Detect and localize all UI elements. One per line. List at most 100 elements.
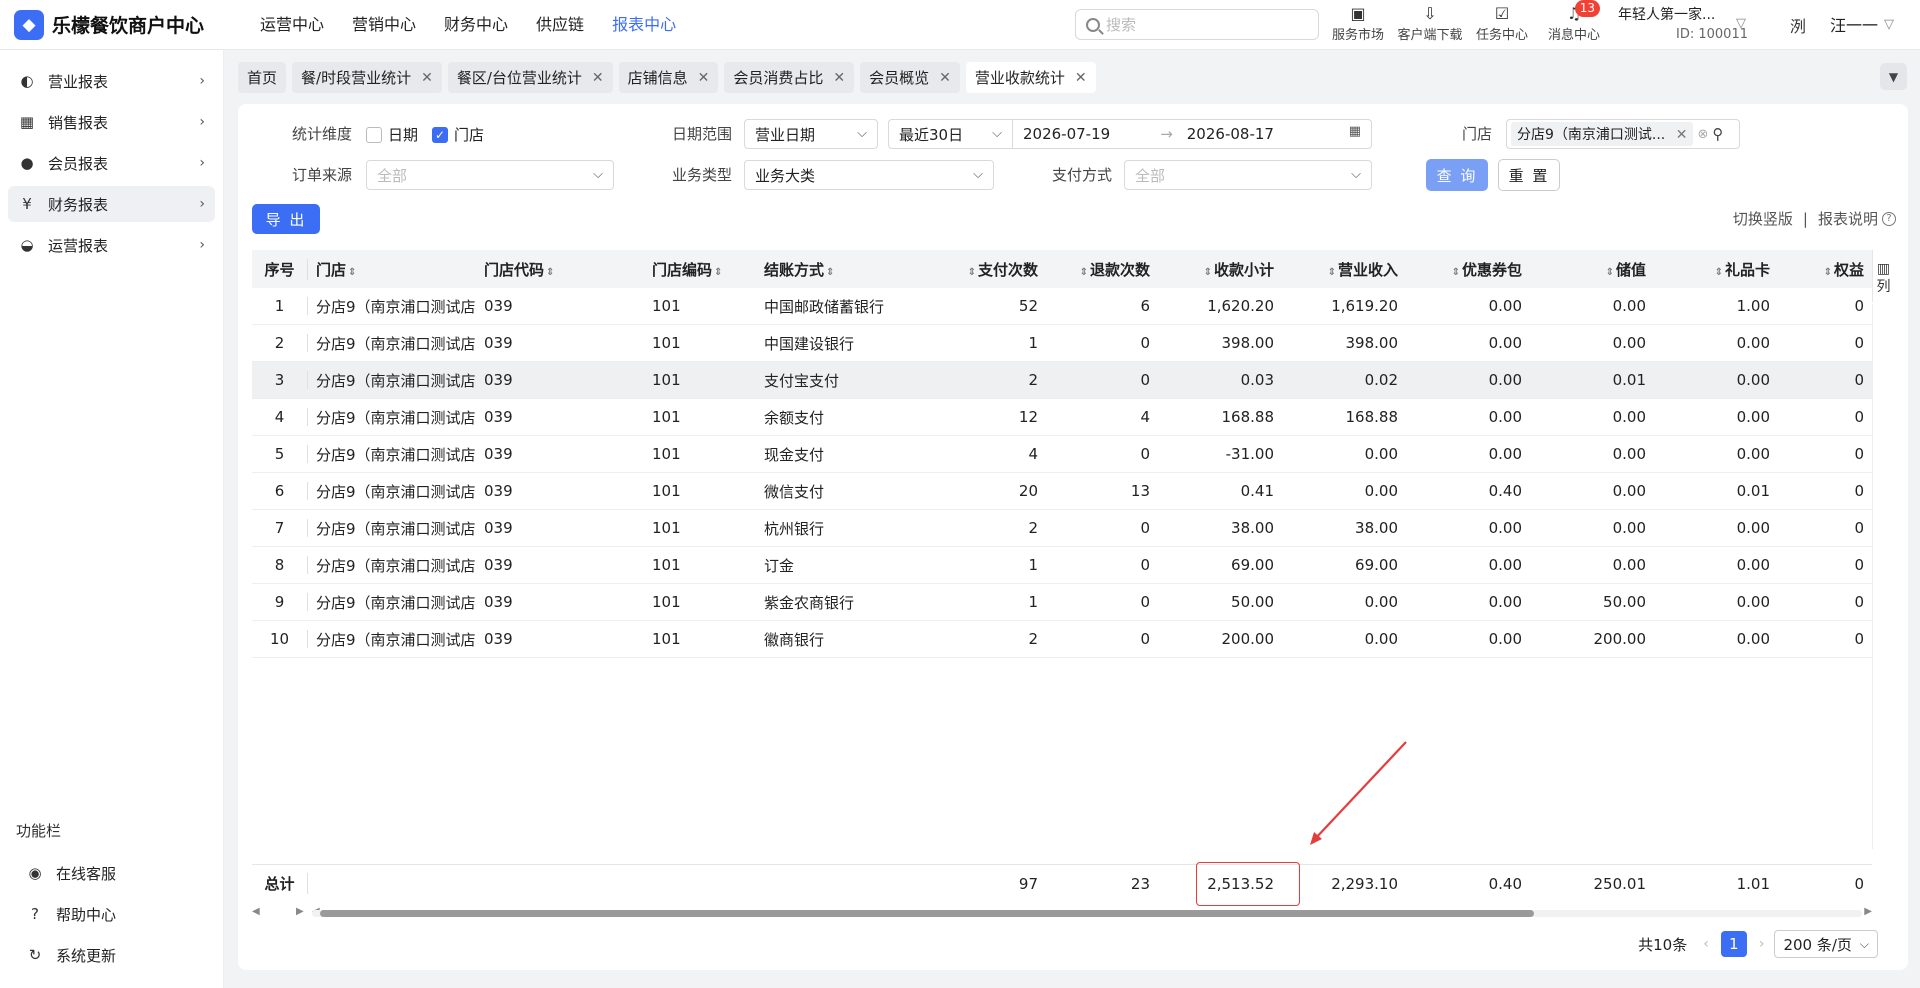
tool-label: 服务市场 xyxy=(1331,28,1384,43)
tab-label: 店铺信息 xyxy=(627,69,688,87)
task-icon: ☑ xyxy=(1494,4,1510,23)
user-name: 汪一一 xyxy=(1830,16,1879,35)
help-icon: ? xyxy=(31,905,39,923)
logo-icon: ◆ xyxy=(14,9,44,40)
close-icon[interactable]: ✕ xyxy=(592,70,604,86)
tab-member-overview[interactable]: 会员概览 ✕ xyxy=(860,62,960,93)
sidebar-item-finance-report[interactable]: ¥ 财务报表 › xyxy=(8,186,215,222)
tab-label: 会员消费占比 xyxy=(733,69,824,87)
sidebar-item-operations-report[interactable]: ◒ 运营报表 › xyxy=(8,227,215,263)
pagination: 共10条 ‹ 1 › 200 条/页 ⌵ xyxy=(1638,930,1878,958)
chevron-right-icon: › xyxy=(199,237,205,253)
top-nav: 运营中心 营销中心 财务中心 供应链 报表中心 xyxy=(246,0,690,50)
chevron-right-icon: › xyxy=(199,196,205,212)
sidebar-item-label: 会员报表 xyxy=(48,154,109,173)
chevron-down-icon[interactable]: ▼ xyxy=(1880,63,1907,90)
horizontal-scrollbar[interactable]: ◀ ▶ ◀ ▶ xyxy=(252,906,1872,920)
client-download-button[interactable]: ⇩ 客户端下载 xyxy=(1394,4,1466,43)
sidebar-item-sales-report[interactable]: ▦ 销售报表 › xyxy=(8,104,215,140)
help-center-link[interactable]: ? 帮助中心 xyxy=(16,896,208,932)
message-count-badge: 13 xyxy=(1574,0,1600,17)
total-count: 共10条 xyxy=(1638,935,1688,954)
topnav-marketing[interactable]: 营销中心 xyxy=(338,0,430,50)
scrollbar-thumb[interactable] xyxy=(320,910,1534,917)
page-size-select[interactable]: 200 条/页 ⌵ xyxy=(1774,930,1878,958)
app-title: 乐檬餐饮商户中心 xyxy=(52,15,205,37)
chevron-down-icon: ▽ xyxy=(1884,16,1895,32)
page-tabs: 首页 餐/时段营业统计 ✕ 餐区/台位营业统计 ✕ 店铺信息 ✕ 会员消费占比 ✕ 会员… xyxy=(238,62,1096,93)
page-size-value: 200 条/页 xyxy=(1783,935,1852,954)
system-update-link[interactable]: ↻ 系统更新 xyxy=(16,937,208,973)
close-icon[interactable]: ✕ xyxy=(698,70,710,86)
tool-label: 任务中心 xyxy=(1475,28,1528,43)
top-bar: ◆ 乐檬餐饮商户中心 运营中心 营销中心 财务中心 供应链 报表中心 搜索 ▣ … xyxy=(0,0,1920,50)
sidebar-item-member-report[interactable]: ● 会员报表 › xyxy=(8,145,215,181)
user-menu[interactable]: 洌 汪一一 ▽ xyxy=(1790,12,1894,36)
close-icon[interactable]: ✕ xyxy=(421,70,433,86)
headset-icon: ◉ xyxy=(28,864,42,882)
topnav-supply-chain[interactable]: 供应链 xyxy=(522,0,598,50)
sidebar-item-label: 销售报表 xyxy=(48,113,109,132)
chevron-right-icon: › xyxy=(199,114,205,130)
chevron-right-icon: › xyxy=(199,73,205,89)
page-button-current[interactable]: 1 xyxy=(1720,931,1747,957)
tab-label: 首页 xyxy=(247,69,278,87)
finance-icon: ¥ xyxy=(22,195,32,213)
function-bar: ◉ 在线客服 ? 帮助中心 ↻ 系统更新 xyxy=(8,850,216,978)
prev-page-button[interactable]: ‹ xyxy=(1703,936,1709,952)
topnav-finance[interactable]: 财务中心 xyxy=(430,0,522,50)
task-center-button[interactable]: ☑ 任务中心 xyxy=(1466,4,1538,43)
close-icon[interactable]: ✕ xyxy=(1075,70,1087,86)
tool-label: 消息中心 xyxy=(1547,28,1600,43)
scroll-left-icon[interactable]: ◀ xyxy=(252,906,260,917)
close-icon[interactable]: ✕ xyxy=(939,70,951,86)
tab-label: 餐区/台位营业统计 xyxy=(456,69,582,87)
service-market-button[interactable]: ▣ 服务市场 xyxy=(1322,4,1394,43)
chevron-right-icon: › xyxy=(199,155,205,171)
briefcase-icon: ◒ xyxy=(20,236,34,254)
tab-label: 营业收款统计 xyxy=(974,69,1065,87)
toolbar: ▣ 服务市场 ⇩ 客户端下载 ☑ 任务中心 ♫ 13 消息中心 xyxy=(1322,0,1610,43)
sidebar: ◐ 营业报表 › ▦ 销售报表 › ● 会员报表 › ¥ 财务报表 › ◒ 运营… xyxy=(0,50,224,988)
function-bar-title: 功能栏 xyxy=(16,822,62,840)
chevron-down-icon[interactable]: ▽ xyxy=(1736,16,1746,31)
store-icon: ▣ xyxy=(1350,4,1366,23)
tab-home[interactable]: 首页 xyxy=(238,62,287,93)
search-placeholder: 搜索 xyxy=(1106,16,1137,34)
func-item-label: 在线客服 xyxy=(56,864,117,883)
annotation-arrow xyxy=(1310,741,1407,845)
tab-label: 餐/时段营业统计 xyxy=(301,69,412,87)
message-center-button[interactable]: ♫ 13 消息中心 xyxy=(1538,0,1610,43)
sidebar-item-label: 财务报表 xyxy=(48,195,109,214)
bank-icon: ▦ xyxy=(19,113,35,131)
sidebar-item-business-report[interactable]: ◐ 营业报表 › xyxy=(8,63,215,99)
refresh-icon: ↻ xyxy=(28,946,42,964)
next-page-button[interactable]: › xyxy=(1759,936,1765,952)
user-icon: ● xyxy=(20,154,34,172)
sidebar-item-label: 运营报表 xyxy=(48,236,109,255)
sidebar-item-label: 营业报表 xyxy=(48,72,109,91)
online-support-link[interactable]: ◉ 在线客服 xyxy=(16,855,208,891)
tab-payment-stats[interactable]: 营业收款统计 ✕ xyxy=(965,62,1096,93)
topnav-reports[interactable]: 报表中心 xyxy=(598,0,690,50)
tool-label: 客户端下载 xyxy=(1397,28,1463,43)
chevron-down-icon: ⌵ xyxy=(1859,936,1869,951)
tab-store-info[interactable]: 店铺信息 ✕ xyxy=(618,62,719,93)
avatar: 洌 xyxy=(1790,17,1807,36)
globe-icon: ◐ xyxy=(20,72,34,90)
tab-meal-period-stats[interactable]: 餐/时段营业统计 ✕ xyxy=(292,62,442,93)
tab-member-consumption[interactable]: 会员消费占比 ✕ xyxy=(724,62,855,93)
download-icon: ⇩ xyxy=(1423,4,1437,23)
scroll-right-icon[interactable]: ▶ xyxy=(296,906,304,917)
tab-area-table-stats[interactable]: 餐区/台位营业统计 ✕ xyxy=(447,62,613,93)
scroll-right-icon[interactable]: ▶ xyxy=(1864,906,1872,917)
search-icon xyxy=(1086,17,1100,32)
topnav-operations[interactable]: 运营中心 xyxy=(246,0,338,50)
search-input[interactable]: 搜索 xyxy=(1075,9,1319,40)
logo[interactable]: ◆ 乐檬餐饮商户中心 xyxy=(14,9,246,40)
close-icon[interactable]: ✕ xyxy=(833,70,845,86)
report-panel: 统计维度 日期 ✓ 门店 日期范围 营业日期 ⌵ 最近30日 ⌵ 2026-07… xyxy=(238,104,1908,970)
func-item-label: 帮助中心 xyxy=(56,905,117,924)
tab-label: 会员概览 xyxy=(869,69,930,87)
func-item-label: 系统更新 xyxy=(56,946,117,965)
